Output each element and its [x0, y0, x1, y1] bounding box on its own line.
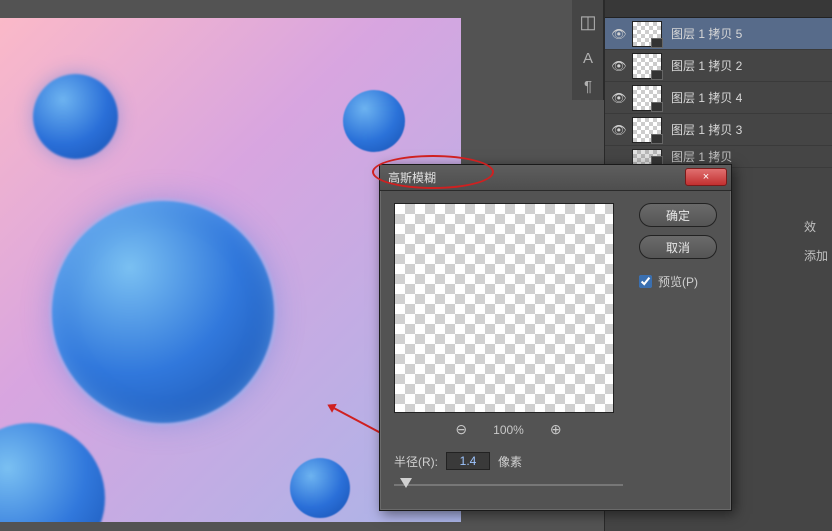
zoom-level: 100%: [493, 423, 524, 437]
side-toolbar: ◫ A ¶: [572, 0, 604, 100]
radius-input[interactable]: [446, 452, 490, 470]
tool-3d-icon[interactable]: ◫: [572, 0, 604, 44]
gaussian-blur-dialog: 高斯模糊 × ⊖ 100% ⊕ 半径(R): 像素 确定 取消: [379, 164, 732, 511]
tool-paragraph-icon[interactable]: ¶: [572, 72, 604, 100]
preview-checkbox-label: 预览(P): [658, 273, 698, 290]
layer-row[interactable]: 👁 图层 1 拷贝 3: [605, 114, 832, 146]
sphere-graphic: [343, 90, 405, 152]
fx-label: 效: [804, 218, 828, 235]
radius-unit: 像素: [498, 453, 522, 470]
preview-checkbox[interactable]: 预览(P): [639, 273, 717, 290]
layer-thumbnail[interactable]: [632, 117, 662, 143]
layer-thumbnail[interactable]: [632, 53, 662, 79]
dialog-title: 高斯模糊: [388, 171, 436, 185]
layer-row[interactable]: 👁 图层 1 拷贝 5: [605, 18, 832, 50]
radius-slider[interactable]: [394, 476, 623, 494]
visibility-toggle-icon[interactable]: 👁: [609, 123, 629, 137]
layer-row[interactable]: 👁 图层 1 拷贝 2: [605, 50, 832, 82]
fx-label: 添加: [804, 247, 828, 264]
layer-thumbnail[interactable]: [632, 21, 662, 47]
sphere-graphic: [52, 201, 274, 423]
dialog-titlebar[interactable]: 高斯模糊 ×: [380, 165, 731, 191]
cancel-button[interactable]: 取消: [639, 235, 717, 259]
layer-thumbnail[interactable]: [632, 149, 662, 165]
layer-name[interactable]: 图层 1 拷贝 2: [671, 57, 828, 74]
layer-thumbnail[interactable]: [632, 85, 662, 111]
close-icon: ×: [703, 164, 709, 190]
layer-row[interactable]: 👁 图层 1 拷贝 4: [605, 82, 832, 114]
panel-header: [605, 0, 832, 18]
sphere-graphic: [33, 74, 118, 159]
visibility-toggle-icon[interactable]: 👁: [609, 59, 629, 73]
layer-name[interactable]: 图层 1 拷贝 5: [671, 25, 828, 42]
preview-checkbox-input[interactable]: [639, 275, 652, 288]
ok-button[interactable]: 确定: [639, 203, 717, 227]
layer-name[interactable]: 图层 1 拷贝 4: [671, 89, 828, 106]
slider-track: [394, 484, 623, 486]
filter-preview[interactable]: [394, 203, 614, 413]
layer-name[interactable]: 图层 1 拷贝: [671, 148, 828, 165]
zoom-in-icon[interactable]: ⊕: [550, 421, 562, 438]
sphere-graphic: [0, 423, 105, 522]
visibility-toggle-icon[interactable]: 👁: [609, 91, 629, 105]
radius-label: 半径(R):: [394, 453, 438, 470]
sphere-graphic: [290, 458, 350, 518]
slider-thumb[interactable]: [400, 478, 412, 488]
effects-indicators: 效 添加: [804, 218, 828, 264]
tool-type-icon[interactable]: A: [572, 44, 604, 72]
zoom-out-icon[interactable]: ⊖: [455, 421, 467, 438]
layer-name[interactable]: 图层 1 拷贝 3: [671, 121, 828, 138]
visibility-toggle-icon[interactable]: 👁: [609, 27, 629, 41]
close-button[interactable]: ×: [685, 168, 727, 186]
